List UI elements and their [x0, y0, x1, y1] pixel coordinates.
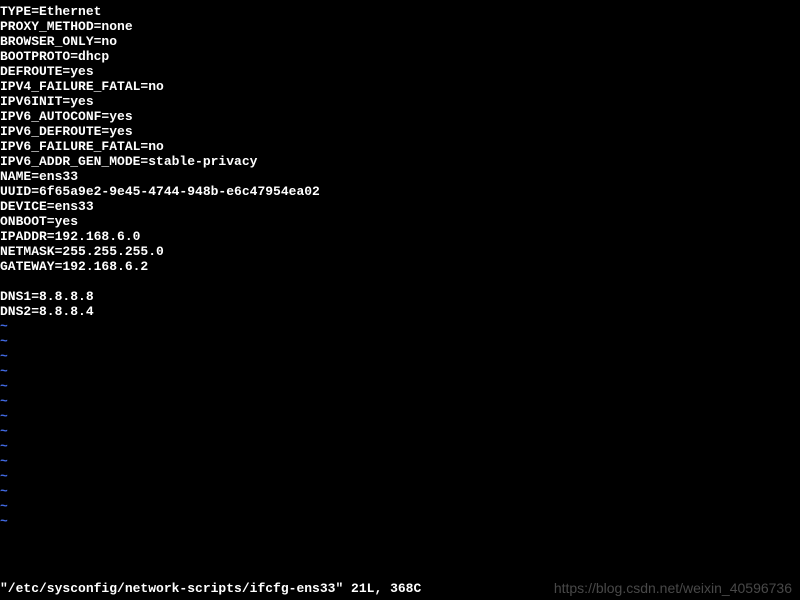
empty-line-tilde: ~	[0, 424, 800, 439]
empty-line-tilde: ~	[0, 439, 800, 454]
empty-line-tilde: ~	[0, 469, 800, 484]
dns-content: DNS1=8.8.8.8DNS2=8.8.8.4	[0, 289, 800, 319]
config-line: BOOTPROTO=dhcp	[0, 49, 800, 64]
empty-line-tilde: ~	[0, 349, 800, 364]
config-line: IPV4_FAILURE_FATAL=no	[0, 79, 800, 94]
empty-line-tilde: ~	[0, 394, 800, 409]
empty-line-tilde: ~	[0, 514, 800, 529]
config-line: NETMASK=255.255.255.0	[0, 244, 800, 259]
config-line: IPV6INIT=yes	[0, 94, 800, 109]
config-line: TYPE=Ethernet	[0, 4, 800, 19]
config-line: IPV6_FAILURE_FATAL=no	[0, 139, 800, 154]
empty-line-tilde: ~	[0, 364, 800, 379]
terminal-editor[interactable]: TYPE=EthernetPROXY_METHOD=noneBROWSER_ON…	[0, 0, 800, 529]
empty-line-tilde: ~	[0, 319, 800, 334]
empty-line-tilde: ~	[0, 409, 800, 424]
empty-line-tilde: ~	[0, 484, 800, 499]
empty-line-tilde: ~	[0, 379, 800, 394]
config-line: PROXY_METHOD=none	[0, 19, 800, 34]
watermark-text: https://blog.csdn.net/weixin_40596736	[554, 580, 792, 596]
config-line: GATEWAY=192.168.6.2	[0, 259, 800, 274]
config-line: BROWSER_ONLY=no	[0, 34, 800, 49]
config-line: IPV6_AUTOCONF=yes	[0, 109, 800, 124]
blank-line	[0, 274, 800, 289]
config-line: IPV6_ADDR_GEN_MODE=stable-privacy	[0, 154, 800, 169]
config-line: NAME=ens33	[0, 169, 800, 184]
config-line: UUID=6f65a9e2-9e45-4744-948b-e6c47954ea0…	[0, 184, 800, 199]
dns-line: DNS2=8.8.8.4	[0, 304, 800, 319]
tilde-lines: ~~~~~~~~~~~~~~	[0, 319, 800, 529]
empty-line-tilde: ~	[0, 334, 800, 349]
empty-line-tilde: ~	[0, 499, 800, 514]
config-line: IPV6_DEFROUTE=yes	[0, 124, 800, 139]
config-line: DEVICE=ens33	[0, 199, 800, 214]
config-line: IPADDR=192.168.6.0	[0, 229, 800, 244]
vim-status-line: "/etc/sysconfig/network-scripts/ifcfg-en…	[0, 581, 421, 596]
empty-line-tilde: ~	[0, 454, 800, 469]
config-content: TYPE=EthernetPROXY_METHOD=noneBROWSER_ON…	[0, 4, 800, 274]
config-line: ONBOOT=yes	[0, 214, 800, 229]
config-line: DEFROUTE=yes	[0, 64, 800, 79]
dns-line: DNS1=8.8.8.8	[0, 289, 800, 304]
